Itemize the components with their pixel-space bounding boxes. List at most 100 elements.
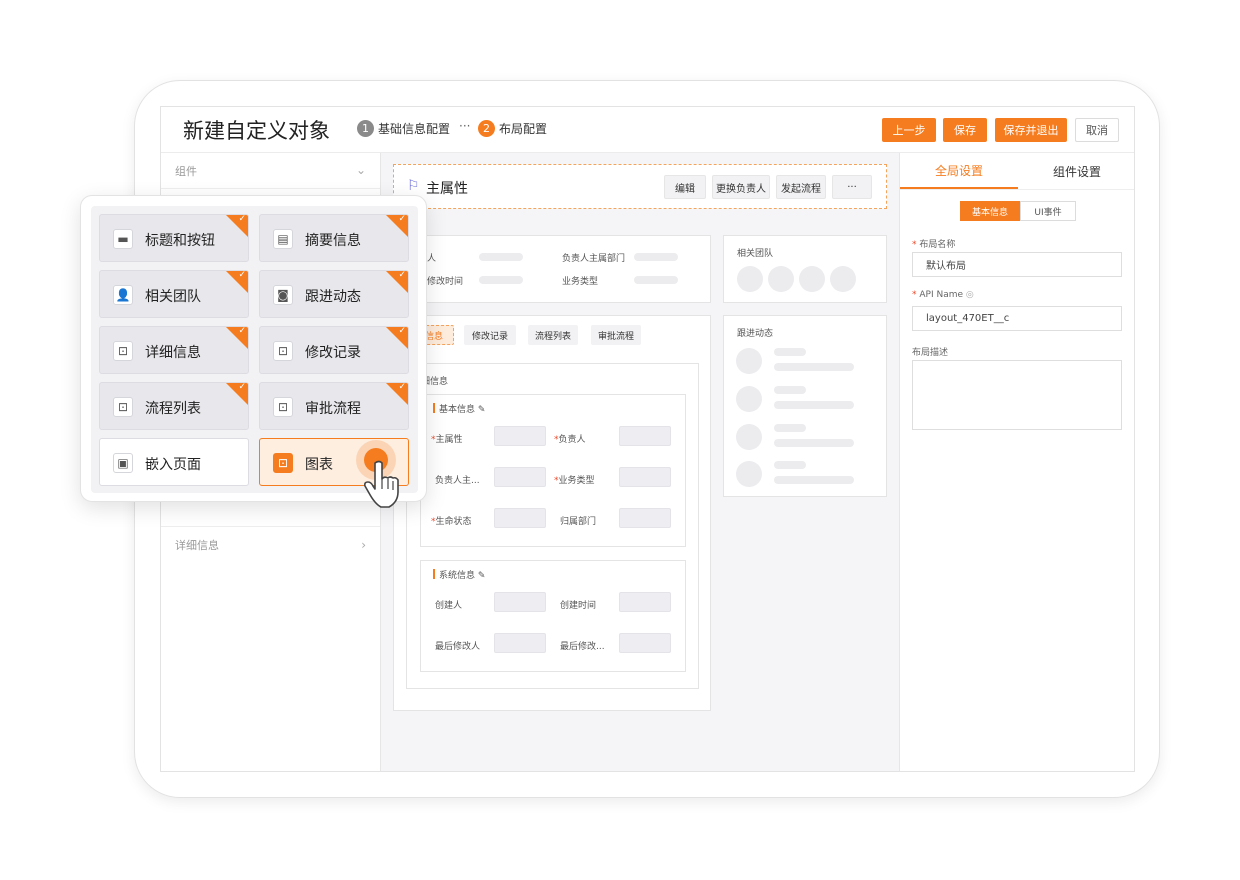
follow-icon: ◙ [273, 285, 293, 305]
detail-icon: ⊡ [113, 341, 133, 361]
component-palette: ▬ 标题和按钮 ✓ ▤ 摘要信息 ✓ 👤 相关团队 ✓ ◙ 跟进动态 ✓ ⊡ 详… [80, 195, 427, 502]
system-info-section: 系统信息 ✎ 创建人 创建时间 最后修改人 最后修改... [420, 560, 686, 672]
field-input[interactable] [619, 426, 671, 446]
field-input[interactable] [619, 508, 671, 528]
component-detail[interactable]: ⊡ 详细信息 ✓ [99, 326, 249, 374]
flag-icon: ⚐ [407, 178, 420, 194]
step-separator: ··· [459, 119, 471, 133]
component-process-list[interactable]: ⊡ 流程列表 ✓ [99, 382, 249, 430]
cancel-button[interactable]: 取消 [1075, 118, 1119, 142]
avatar [736, 348, 762, 374]
save-exit-button[interactable]: 保存并退出 [995, 118, 1067, 142]
avatar [768, 266, 794, 292]
tab-process-list[interactable]: 流程列表 [528, 325, 578, 345]
skeleton-bar [774, 386, 806, 394]
api-name-field[interactable]: layout_470ET__c [912, 306, 1122, 331]
component-label: 相关团队 [145, 289, 201, 305]
skeleton-bar [774, 424, 806, 432]
component-label: 摘要信息 [305, 233, 361, 249]
layout-desc-label: 布局描述 [912, 348, 949, 358]
step-2-number: 2 [478, 120, 495, 137]
field-label: *主属性 [431, 435, 463, 445]
settings-panel: 全局设置 组件设置 基本信息 UI事件 * 布局名称 默认布局 * API Na… [899, 153, 1134, 771]
header: 新建自定义对象 1 基础信息配置 ··· 2 布局配置 上一步 保存 保存并退出… [161, 107, 1134, 153]
avatar [799, 266, 825, 292]
component-section-header[interactable]: 组件 ⌄ [161, 153, 380, 189]
component-title-buttons[interactable]: ▬ 标题和按钮 ✓ [99, 214, 249, 262]
field-input[interactable] [494, 426, 546, 446]
component-embed-page[interactable]: ▣ 嵌入页面 [99, 438, 249, 486]
hand-cursor-icon [364, 460, 399, 508]
check-icon: ✓ [238, 382, 246, 392]
component-approval[interactable]: ⊡ 审批流程 ✓ [259, 382, 409, 430]
tabs-divider [900, 189, 1134, 190]
segment-ui-events[interactable]: UI事件 [1020, 201, 1076, 221]
component-label: 详细信息 [145, 345, 201, 361]
prev-step-button[interactable]: 上一步 [882, 118, 936, 142]
component-label: 流程列表 [145, 401, 201, 417]
approval-icon: ⊡ [273, 397, 293, 417]
field-input[interactable] [494, 508, 546, 528]
step-2-label: 布局配置 [499, 122, 548, 136]
skeleton-bar [774, 439, 854, 447]
field-label: *负责人 [554, 435, 586, 445]
skeleton-bar [774, 461, 806, 469]
detail-tabs-card[interactable]: 信息 修改记录 流程列表 审批流程 细信息 基本信息 ✎ *主属性 *负责人 负… [393, 315, 711, 711]
edit-button[interactable]: 编辑 [664, 175, 706, 199]
step-1-label: 基础信息配置 [378, 122, 451, 136]
basic-info-section: 基本信息 ✎ *主属性 *负责人 负责人主... *业务类型 *生命状态 归属部… [420, 394, 686, 547]
component-label: 审批流程 [305, 401, 361, 417]
component-modify-record[interactable]: ⊡ 修改记录 ✓ [259, 326, 409, 374]
check-icon: ✓ [398, 214, 406, 224]
avatar [830, 266, 856, 292]
component-label: 图表 [305, 457, 333, 473]
tab-modify-record[interactable]: 修改记录 [464, 325, 516, 345]
field-input[interactable] [619, 592, 671, 612]
avatar [736, 424, 762, 450]
save-button[interactable]: 保存 [943, 118, 987, 142]
layout-desc-textarea[interactable] [912, 360, 1122, 430]
detail-section-header[interactable]: 详细信息 › [161, 526, 380, 562]
team-card[interactable]: 相关团队 [723, 235, 887, 303]
field-input[interactable] [494, 467, 546, 487]
tab-global-settings[interactable]: 全局设置 [900, 153, 1018, 189]
tab-approval[interactable]: 审批流程 [591, 325, 641, 345]
layout-name-field[interactable]: 默认布局 [912, 252, 1122, 277]
tab-component-settings[interactable]: 组件设置 [1018, 153, 1134, 189]
component-section-label: 组件 [175, 164, 197, 178]
skeleton-bar [479, 253, 523, 261]
field-input[interactable] [494, 633, 546, 653]
component-team[interactable]: 👤 相关团队 ✓ [99, 270, 249, 318]
step-1[interactable]: 1 基础信息配置 [357, 120, 450, 137]
field-label: 归属部门 [560, 517, 597, 527]
component-label: 跟进动态 [305, 289, 361, 305]
basic-info-title: 基本信息 ✎ [433, 402, 485, 415]
main-attribute-bar[interactable]: ⚐ 主属性 编辑 更换负责人 发起流程 ··· [393, 164, 887, 209]
field-input[interactable] [619, 633, 671, 653]
field-label: *业务类型 [554, 476, 595, 486]
skeleton-bar [634, 253, 678, 261]
segment-basic-info[interactable]: 基本信息 [960, 201, 1020, 221]
field-input[interactable] [619, 467, 671, 487]
step-2[interactable]: 2 布局配置 [478, 120, 547, 137]
team-icon: 👤 [113, 285, 133, 305]
field-label: 负责人主... [435, 476, 480, 486]
check-icon: ✓ [398, 270, 406, 280]
component-follow-up[interactable]: ◙ 跟进动态 ✓ [259, 270, 409, 318]
check-icon: ✓ [398, 382, 406, 392]
summary-card[interactable]: 人 负责人主属部门 修改时间 业务类型 [393, 235, 711, 303]
api-name-label: * API Name ◎ [912, 290, 974, 300]
field-label: 创建时间 [560, 601, 597, 611]
summary-label: 业务类型 [562, 277, 599, 287]
skeleton-bar [634, 276, 678, 284]
summary-label: 人 [427, 254, 437, 264]
help-icon: ◎ [965, 290, 974, 300]
start-process-button[interactable]: 发起流程 [776, 175, 826, 199]
field-input[interactable] [494, 592, 546, 612]
follow-up-card[interactable]: 跟进动态 [723, 315, 887, 497]
change-owner-button[interactable]: 更换负责人 [712, 175, 770, 199]
more-button[interactable]: ··· [832, 175, 872, 199]
check-icon: ✓ [238, 326, 246, 336]
main-attribute-title: 主属性 [426, 181, 468, 197]
component-summary[interactable]: ▤ 摘要信息 ✓ [259, 214, 409, 262]
